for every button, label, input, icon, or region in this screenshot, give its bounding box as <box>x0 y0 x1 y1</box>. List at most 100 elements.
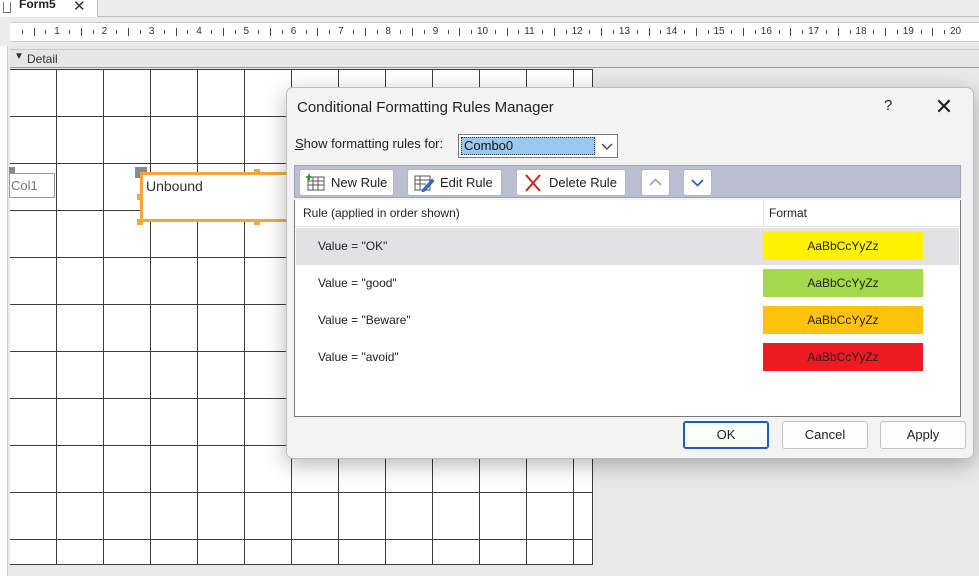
ruler-tick <box>317 28 319 36</box>
ruler-number: 2 <box>101 26 108 37</box>
rule-row[interactable]: Value = "OK" AaBbCcYyZz <box>296 228 959 265</box>
selected-control-value: Combo0 <box>461 137 595 155</box>
ruler-tick <box>932 28 934 36</box>
show-rules-for-label: Show formatting rules for: <box>295 136 444 151</box>
form5-tab[interactable]: Form5 ✕ <box>0 0 98 17</box>
format-preview-swatch: AaBbCcYyZz <box>763 306 923 334</box>
rule-row[interactable]: Value = "Beware" AaBbCcYyZz <box>296 302 959 339</box>
edit-rule-label: Edit Rule <box>440 175 493 190</box>
ruler-tick <box>305 30 307 34</box>
edit-rule-button[interactable]: Edit Rule <box>407 169 502 196</box>
ruler-tick <box>754 30 756 34</box>
ruler-tick <box>80 28 82 36</box>
chevron-down-icon[interactable] <box>595 135 617 157</box>
move-rule-up-button[interactable] <box>641 169 670 196</box>
conditional-formatting-dialog: Conditional Formatting Rules Manager ? ✕… <box>286 87 974 459</box>
ruler-tick <box>778 30 780 34</box>
ruler-tick <box>790 28 792 36</box>
resize-handle-top-center[interactable] <box>254 169 260 175</box>
column-header-format: Format <box>769 206 808 220</box>
ruler-tick <box>140 30 142 34</box>
ruler-tick <box>33 28 35 36</box>
ruler-tick <box>92 30 94 34</box>
rule-condition: Value = "OK" <box>318 239 388 253</box>
ruler-tick <box>601 28 603 36</box>
resize-handle-middle-left[interactable] <box>137 194 143 200</box>
dialog-title: Conditional Formatting Rules Manager <box>297 99 554 116</box>
ruler-tick <box>258 30 260 34</box>
rules-list[interactable]: Rule (applied in order shown) Format Val… <box>294 200 961 417</box>
edit-rule-icon <box>414 175 434 192</box>
ruler-tick <box>885 28 887 36</box>
rules-list-header: Rule (applied in order shown) Format <box>295 200 960 227</box>
rules-toolbar: New Rule Edit Rule Delete Rule <box>294 165 961 198</box>
new-rule-label: New Rule <box>331 175 388 190</box>
ruler-tick <box>648 28 650 36</box>
ruler-number: 11 <box>524 26 535 37</box>
new-rule-button[interactable]: New Rule <box>299 169 394 196</box>
apply-button[interactable]: Apply <box>880 421 966 449</box>
ruler-tick <box>494 30 496 34</box>
ruler-tick <box>376 30 378 34</box>
ruler-tick <box>825 30 827 34</box>
format-preview-swatch: AaBbCcYyZz <box>763 232 923 260</box>
rule-condition: Value = "good" <box>318 276 397 290</box>
ruler-tick <box>45 30 47 34</box>
chevron-down-icon <box>691 179 704 187</box>
ok-button[interactable]: OK <box>683 421 769 449</box>
ruler-number: 8 <box>385 26 391 37</box>
ruler-tick <box>873 30 875 34</box>
ruler-number: 18 <box>855 26 867 37</box>
ruler-tick <box>175 28 177 36</box>
detail-section-bar[interactable]: ▼ Detail <box>10 49 979 68</box>
cancel-button[interactable]: Cancel <box>782 421 868 449</box>
ruler-tick <box>234 30 236 34</box>
ruler-tick <box>222 28 224 36</box>
ruler-tick <box>684 30 686 34</box>
ruler-tick <box>802 30 804 34</box>
col1-label-control[interactable]: Col1 <box>9 173 55 198</box>
unbound-combo-control[interactable]: Unbound <box>140 172 300 222</box>
ruler-tick <box>553 28 555 36</box>
ruler-tick <box>896 30 898 34</box>
section-collapse-arrow-icon[interactable]: ▼ <box>14 51 24 62</box>
ruler-tick <box>731 30 733 34</box>
help-icon[interactable]: ? <box>884 97 892 114</box>
column-header-rule: Rule (applied in order shown) <box>303 206 460 220</box>
rule-condition: Value = "Beware" <box>318 313 411 327</box>
ruler-tick <box>565 30 567 34</box>
delete-rule-button[interactable]: Delete Rule <box>516 169 626 196</box>
ruler-number: 14 <box>666 26 678 37</box>
rule-row[interactable]: Value = "good" AaBbCcYyZz <box>296 265 959 302</box>
ruler-tick <box>695 28 697 36</box>
move-rule-down-button[interactable] <box>683 169 712 196</box>
form-icon <box>3 2 11 13</box>
ruler-tick <box>21 30 23 34</box>
resize-handle-bottom-left[interactable] <box>137 219 143 225</box>
close-tab-icon[interactable]: ✕ <box>73 0 86 15</box>
close-icon[interactable]: ✕ <box>928 93 960 121</box>
ruler-tick <box>163 30 165 34</box>
vertical-ruler[interactable] <box>0 46 8 576</box>
ruler-tick <box>412 28 414 36</box>
column-divider[interactable] <box>763 200 764 227</box>
ruler-tick <box>920 30 922 34</box>
ruler-tick <box>352 30 354 34</box>
rule-row[interactable]: Value = "avoid" AaBbCcYyZz <box>296 339 959 376</box>
ruler-number: 1 <box>54 26 60 37</box>
ruler-tick <box>329 30 331 34</box>
horizontal-ruler[interactable]: 1 2 3 4 5 6 7 8 9 10 11 12 13 14 15 16 17 18 19 20 <box>10 22 979 42</box>
ruler-tick <box>743 28 745 36</box>
ruler-number: 3 <box>148 26 155 37</box>
ruler-tick <box>944 30 946 34</box>
ruler-tick <box>281 30 283 34</box>
ruler-number: 16 <box>760 26 772 37</box>
ruler-tick <box>270 28 272 36</box>
col1-label-text: Col1 <box>11 178 38 193</box>
ruler-number: 20 <box>950 26 962 37</box>
ruler-tick <box>660 30 662 34</box>
resize-handle-bottom-center[interactable] <box>254 219 260 225</box>
ruler-tick <box>128 28 130 36</box>
ruler-number: 10 <box>477 26 489 37</box>
control-selector-dropdown[interactable]: Combo0 <box>458 134 618 158</box>
